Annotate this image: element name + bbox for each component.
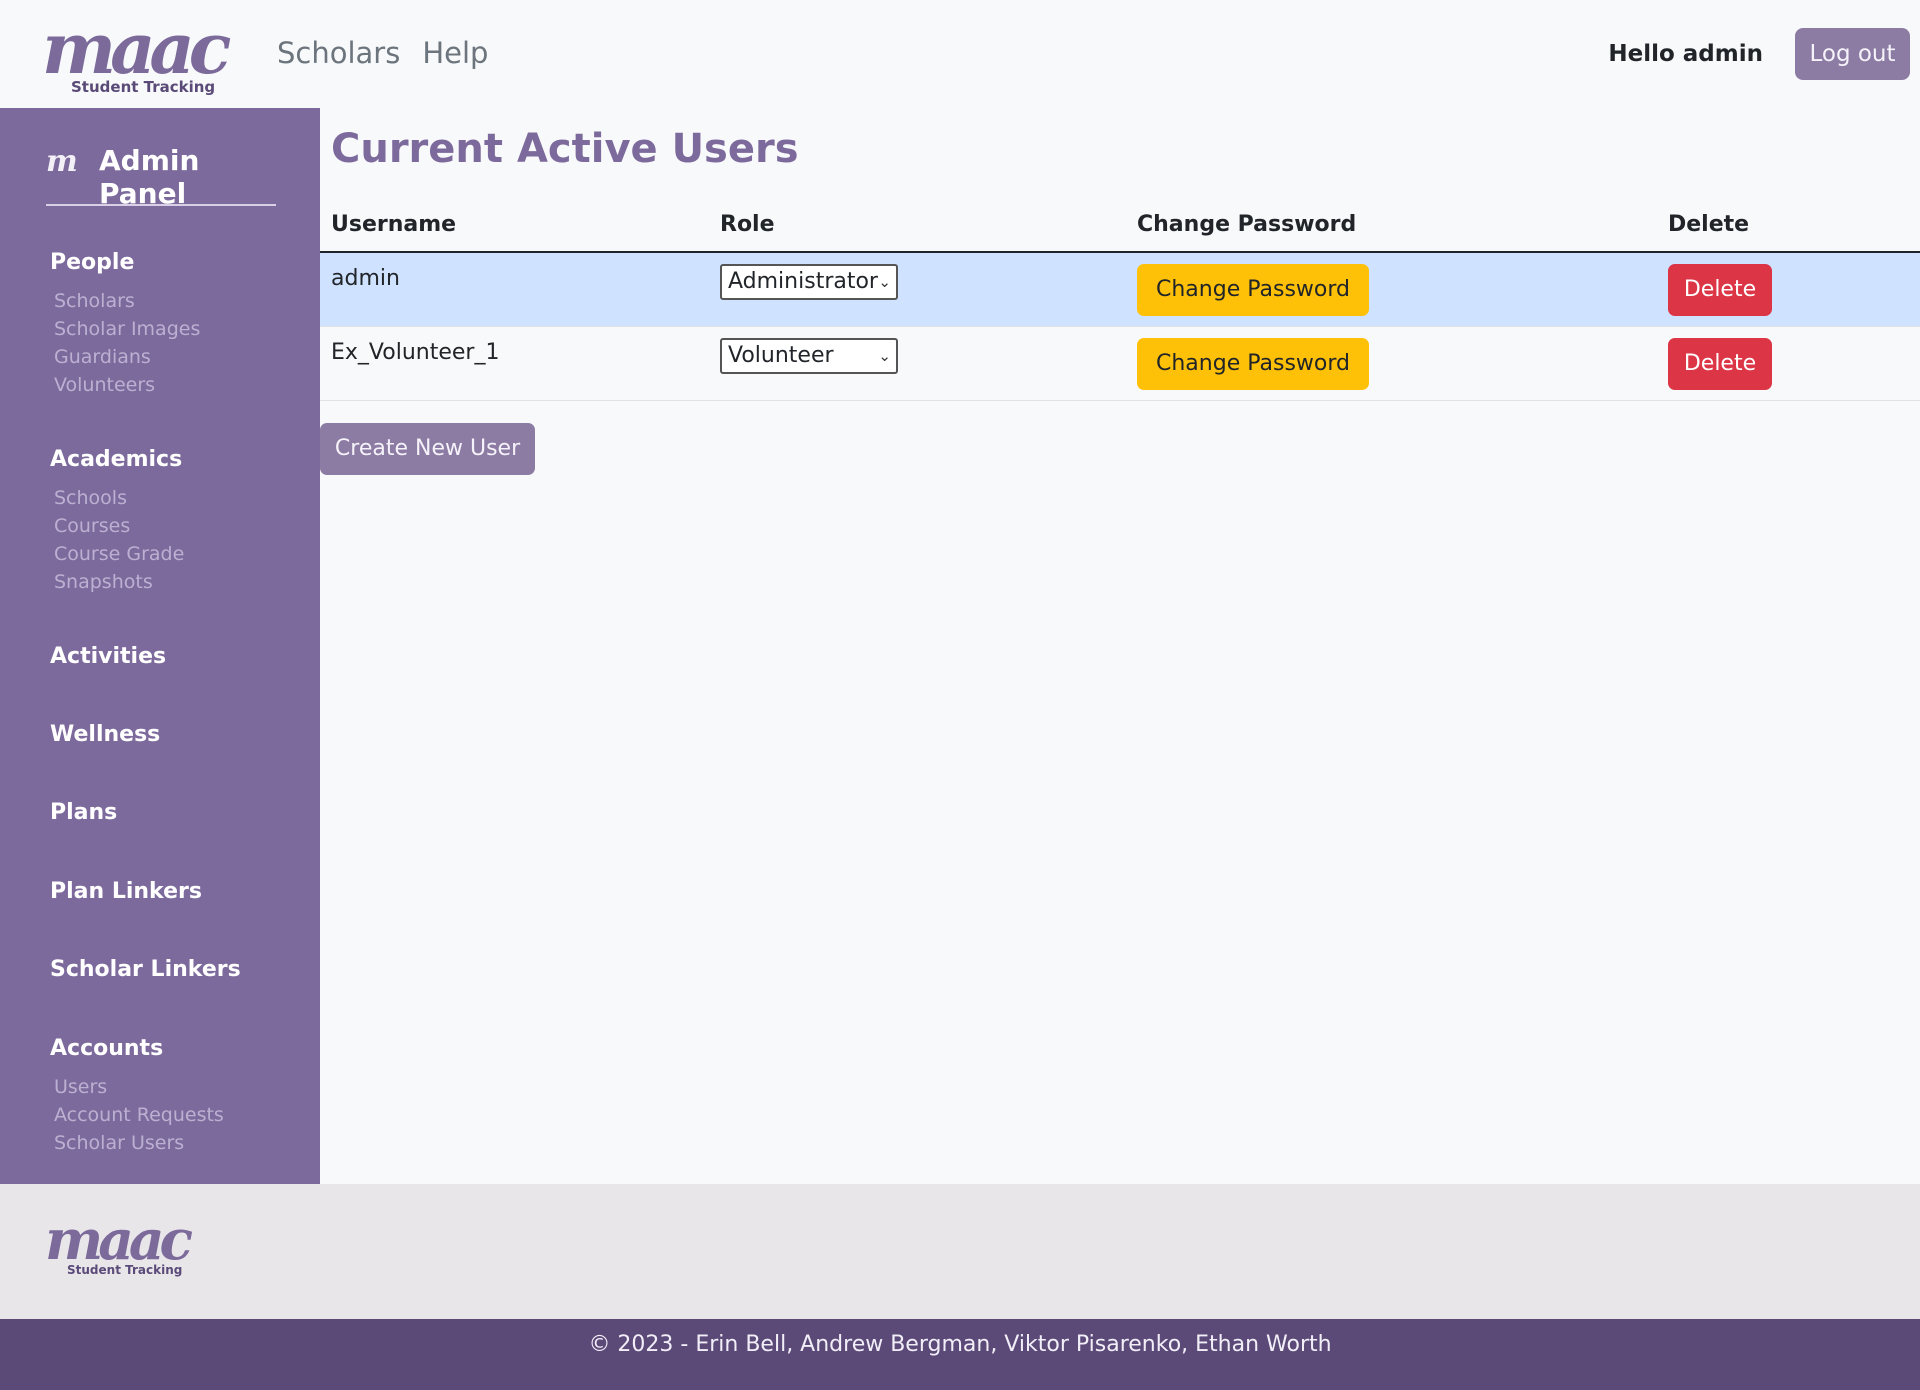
footer: maac Student Tracking xyxy=(0,1184,1920,1319)
sidebar-item-courses[interactable]: Courses xyxy=(54,515,130,537)
column-header-role: Role xyxy=(720,212,775,237)
sidebar-item-course-grade[interactable]: Course Grade xyxy=(54,543,184,565)
footer-logo-tagline: Student Tracking xyxy=(67,1263,183,1277)
change-password-button[interactable]: Change Password xyxy=(1137,264,1369,316)
admin-panel-title: Admin Panel xyxy=(99,144,200,210)
sidebar-section-scholar-linkers[interactable]: Scholar Linkers xyxy=(50,957,241,982)
admin-sidebar: m Admin Panel People Scholars Scholar Im… xyxy=(0,108,320,1184)
copyright-bar: © 2023 - Erin Bell, Andrew Bergman, Vikt… xyxy=(0,1319,1920,1390)
delete-user-button[interactable]: Delete xyxy=(1668,338,1772,390)
chevron-down-icon: ⌄ xyxy=(878,273,891,291)
sidebar-section-activities[interactable]: Activities xyxy=(50,644,166,669)
role-select-value: Volunteer xyxy=(728,343,834,368)
main-nav: Scholars Help xyxy=(277,36,488,70)
sidebar-section-accounts[interactable]: Accounts xyxy=(50,1036,163,1061)
footer-logo-wordmark: maac xyxy=(45,1207,193,1272)
brand-logo[interactable]: maac Student Tracking xyxy=(42,14,232,100)
sidebar-item-volunteers[interactable]: Volunteers xyxy=(54,374,155,396)
sidebar-item-snapshots[interactable]: Snapshots xyxy=(54,571,153,593)
sidebar-item-users[interactable]: Users xyxy=(54,1076,107,1098)
copyright-text: © 2023 - Erin Bell, Andrew Bergman, Vikt… xyxy=(588,1332,1332,1357)
username-cell: Ex_Volunteer_1 xyxy=(331,340,500,365)
create-new-user-button[interactable]: Create New User xyxy=(320,423,535,475)
table-row: Ex_Volunteer_1 Volunteer ⌄ Change Passwo… xyxy=(320,327,1920,401)
column-header-change-password: Change Password xyxy=(1137,212,1357,237)
role-select[interactable]: Volunteer ⌄ xyxy=(720,338,898,374)
column-header-username: Username xyxy=(331,212,457,237)
user-greeting: Hello admin xyxy=(1608,41,1763,67)
sidebar-section-plans[interactable]: Plans xyxy=(50,800,117,825)
role-select-value: Administrator xyxy=(728,269,878,294)
chevron-down-icon: ⌄ xyxy=(878,347,891,365)
footer-logo: maac Student Tracking xyxy=(45,1212,205,1282)
sidebar-item-guardians[interactable]: Guardians xyxy=(54,346,151,368)
top-navbar: maac Student Tracking Scholars Help Hell… xyxy=(0,0,1920,108)
change-password-button[interactable]: Change Password xyxy=(1137,338,1369,390)
sidebar-item-scholars[interactable]: Scholars xyxy=(54,290,135,312)
page-title: Current Active Users xyxy=(331,126,799,172)
sidebar-section-people[interactable]: People xyxy=(50,250,134,275)
sidebar-section-academics[interactable]: Academics xyxy=(50,447,182,472)
table-row: admin Administrator ⌄ Change Password De… xyxy=(320,253,1920,327)
sidebar-item-scholar-images[interactable]: Scholar Images xyxy=(54,318,200,340)
nav-link-help[interactable]: Help xyxy=(422,36,488,70)
sidebar-section-wellness[interactable]: Wellness xyxy=(50,722,160,747)
sidebar-item-account-requests[interactable]: Account Requests xyxy=(54,1104,224,1126)
username-cell: admin xyxy=(331,266,400,291)
maac-m-icon: m xyxy=(46,144,78,179)
sidebar-item-scholar-users[interactable]: Scholar Users xyxy=(54,1132,184,1154)
role-select[interactable]: Administrator ⌄ xyxy=(720,264,898,300)
column-header-delete: Delete xyxy=(1668,212,1750,237)
sidebar-item-schools[interactable]: Schools xyxy=(54,487,127,509)
admin-panel-header: m Admin Panel xyxy=(46,144,276,210)
nav-link-scholars[interactable]: Scholars xyxy=(277,36,400,70)
delete-user-button[interactable]: Delete xyxy=(1668,264,1772,316)
logo-tagline: Student Tracking xyxy=(71,78,216,96)
logout-button[interactable]: Log out xyxy=(1795,28,1910,80)
sidebar-section-plan-linkers[interactable]: Plan Linkers xyxy=(50,879,202,904)
logo-wordmark: maac xyxy=(42,7,231,90)
